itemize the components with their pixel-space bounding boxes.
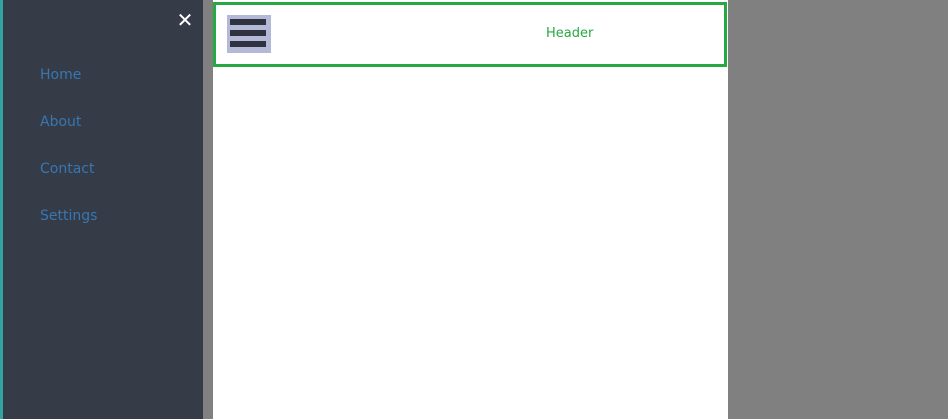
hamburger-bar — [230, 41, 266, 47]
hamburger-bar — [230, 30, 266, 36]
sidebar-item-about[interactable]: About — [40, 111, 97, 158]
sidebar-item-contact[interactable]: Contact — [40, 158, 97, 205]
hamburger-bar — [230, 19, 266, 25]
sidebar-item-home[interactable]: Home — [40, 64, 97, 111]
header-title: Header — [546, 26, 594, 41]
app-window: ✕ Home About Contact Settings Header — [0, 0, 948, 419]
sidebar-item-settings[interactable]: Settings — [40, 205, 97, 252]
hamburger-icon[interactable] — [227, 15, 271, 53]
page-header: Header — [213, 2, 727, 67]
main-content: Header — [213, 0, 728, 419]
sidebar-nav: Home About Contact Settings — [40, 64, 97, 252]
sidebar: ✕ Home About Contact Settings — [0, 0, 203, 419]
close-icon[interactable]: ✕ — [175, 9, 195, 31]
overlay-backdrop[interactable] — [203, 0, 213, 419]
